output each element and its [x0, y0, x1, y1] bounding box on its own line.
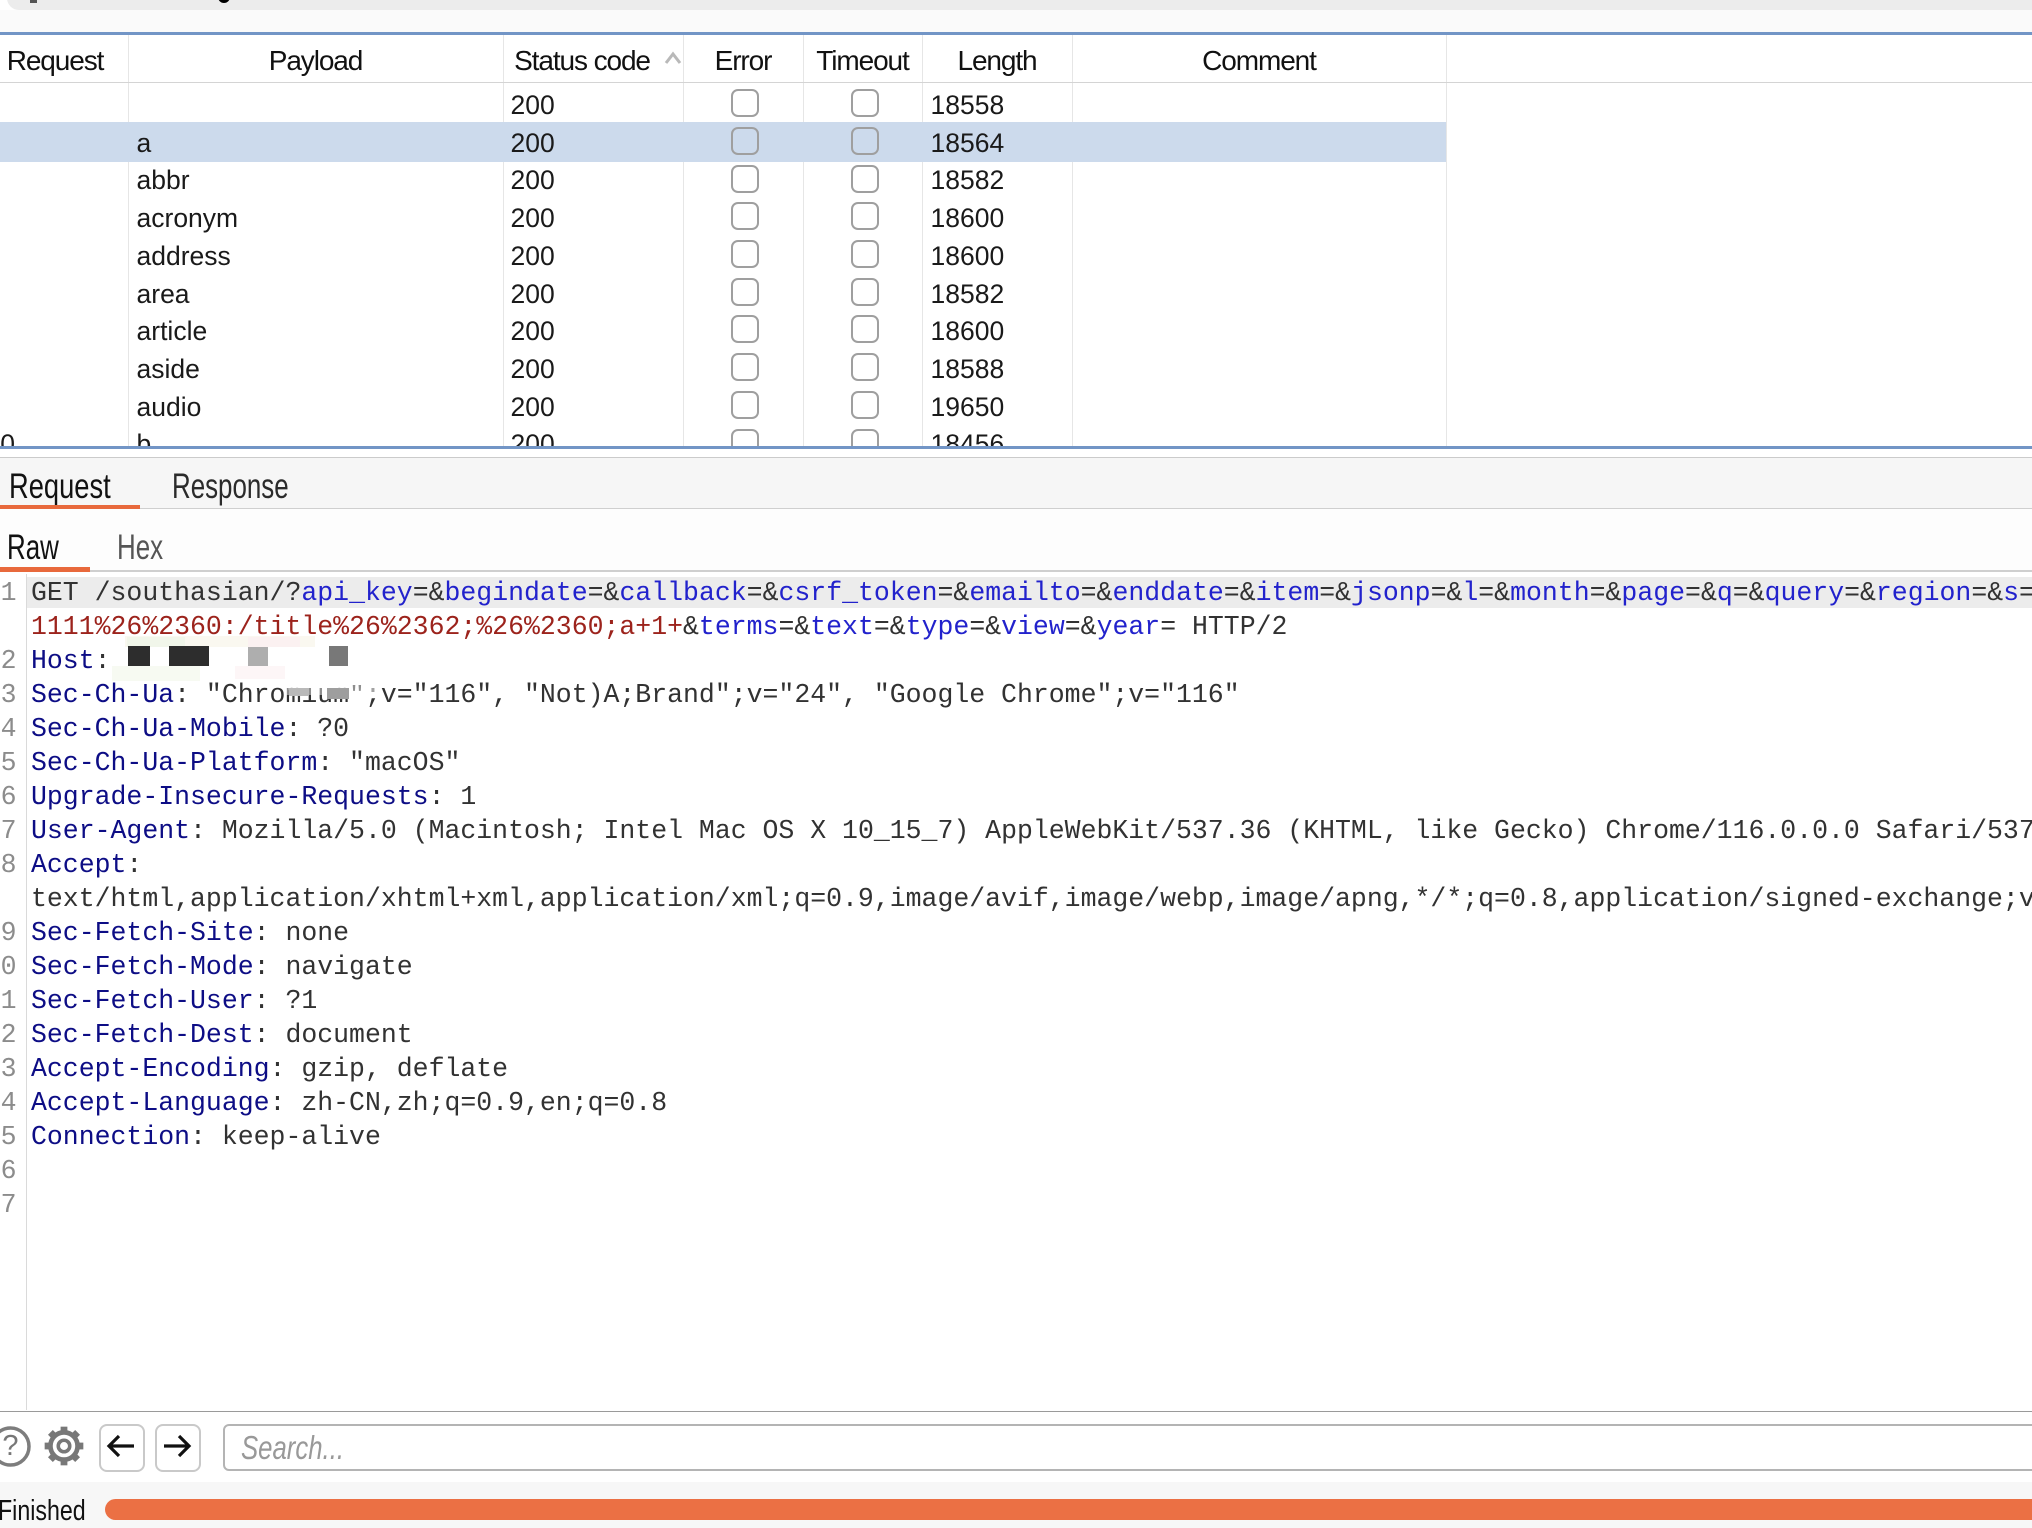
svg-text:?: ? — [2, 1430, 18, 1462]
